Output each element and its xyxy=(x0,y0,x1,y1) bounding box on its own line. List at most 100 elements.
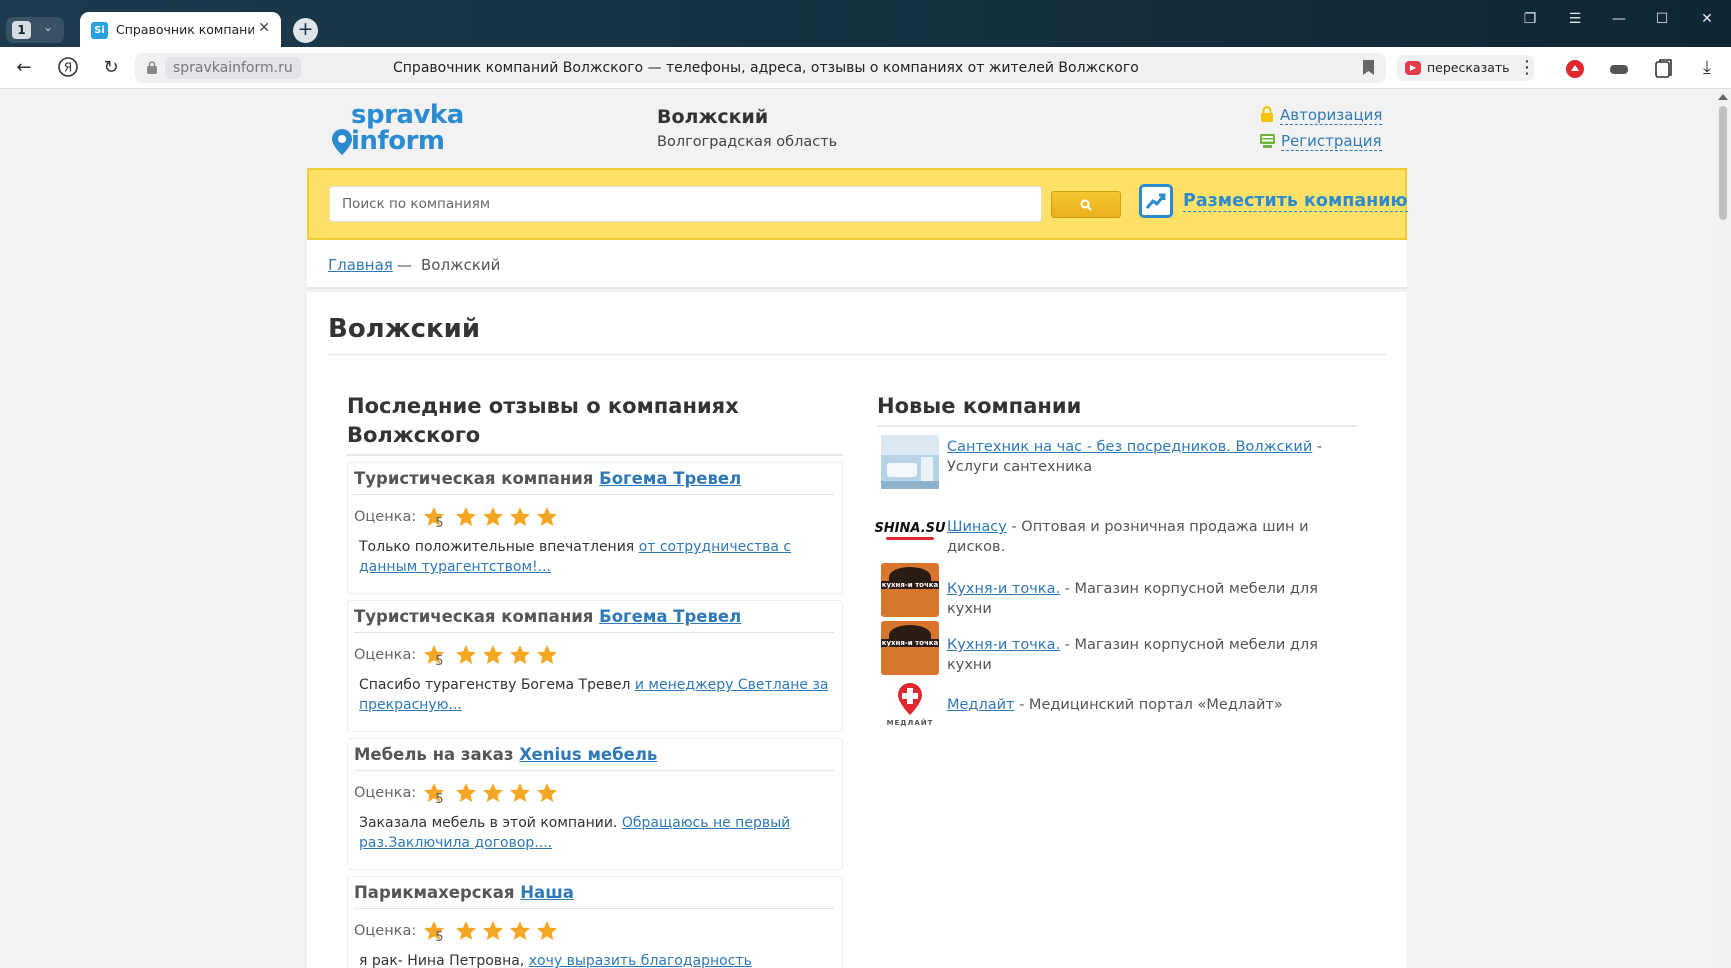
star-icon xyxy=(455,921,476,940)
company-photo-bathroom[interactable] xyxy=(881,435,939,489)
star-icon xyxy=(536,921,557,940)
tabs-collection-icon[interactable]: ❐ xyxy=(1517,8,1543,30)
logo-text: кухня-и точка xyxy=(881,581,939,589)
new-company-item: кухня-и точка Кухня-и точка. - Магазин к… xyxy=(877,621,1357,679)
scrollbar-thumb[interactable] xyxy=(1719,106,1727,220)
rating-stars: 5 xyxy=(422,781,561,807)
retell-button[interactable]: ▶ пересказать xyxy=(1397,55,1534,81)
browser-titlebar: 1 ⌄ Si Справочник компаний ✕ + ❐ ☰ — ☐ ✕ xyxy=(0,0,1731,48)
review-rating: Оценка: 5 xyxy=(354,505,834,531)
chart-growth-icon[interactable] xyxy=(1139,184,1173,218)
auth-row: Авторизация xyxy=(1260,106,1383,125)
search-input[interactable] xyxy=(329,186,1042,222)
reviews-list: Туристическая компания Богема Тревел Оце… xyxy=(347,462,843,968)
review-category: Туристическая компания xyxy=(354,469,594,488)
star-icon xyxy=(509,783,530,802)
search-button[interactable] xyxy=(1051,191,1121,218)
page-scrollbar[interactable] xyxy=(1715,90,1731,968)
company-link[interactable]: Шинасу xyxy=(947,519,1007,535)
lock-icon xyxy=(1261,106,1273,122)
reviews-section: Последние отзывы о компаниях Волжского Т… xyxy=(347,392,843,968)
review-company-link[interactable]: Богема Тревел xyxy=(599,607,741,626)
collections-icon[interactable] xyxy=(1652,58,1674,80)
auth-link[interactable]: Авторизация xyxy=(1280,106,1383,125)
review-snippet: Заказала мебель в этой компании. xyxy=(359,815,618,831)
review-heading: Туристическая компания Богема Тревел xyxy=(354,607,834,633)
back-icon[interactable]: ← xyxy=(12,56,36,80)
new-company-item: МЕДЛАЙТ Медлайт - Медицинский портал «Ме… xyxy=(877,679,1357,739)
rating-label: Оценка: xyxy=(354,785,417,801)
company-link[interactable]: Сантехник на час - без посредников. Волж… xyxy=(947,439,1312,455)
review-company-link[interactable]: Наша xyxy=(520,883,574,902)
star-icon xyxy=(482,645,503,664)
company-link[interactable]: Кухня-и точка. xyxy=(947,637,1060,653)
reload-icon[interactable]: ↻ xyxy=(99,56,123,80)
company-logo-kitchen[interactable]: кухня-и точка xyxy=(881,563,939,617)
minimize-icon[interactable]: — xyxy=(1606,8,1632,30)
review-company-link[interactable]: Xenius мебель xyxy=(519,745,657,764)
scroll-up-arrow-icon[interactable] xyxy=(1718,94,1728,100)
browser-tab[interactable]: Si Справочник компаний ✕ xyxy=(80,12,281,48)
new-company-text: Шинасу - Оптовая и розничная продажа шин… xyxy=(947,517,1357,557)
site-logo[interactable]: spravka inform xyxy=(331,100,464,156)
review-card: Мебель на заказ Xenius мебель Оценка: 5 З… xyxy=(347,738,843,870)
place-company-link[interactable]: Разместить компанию xyxy=(1183,191,1408,212)
logo-text: SHINA.SU xyxy=(874,520,946,536)
extension-gray-icon[interactable] xyxy=(1608,58,1630,80)
url-domain[interactable]: spravkainform.ru xyxy=(165,57,301,79)
rating-label: Оценка: xyxy=(354,923,417,939)
review-rating: Оценка: 5 xyxy=(354,919,834,945)
bookmark-icon[interactable] xyxy=(1363,60,1374,75)
yandex-icon[interactable]: Я xyxy=(56,56,80,80)
star-icon xyxy=(536,783,557,802)
tab-title: Справочник компаний xyxy=(116,22,254,37)
address-bar[interactable]: spravkainform.ru Справочник компаний Вол… xyxy=(135,53,1386,83)
tab-counter-button[interactable]: 1 ⌄ xyxy=(6,17,64,43)
map-pin-icon xyxy=(332,129,352,155)
review-text: я рак- Нина Петровна, хочу выразить благ… xyxy=(359,951,834,968)
review-heading: Парикмахерская Наша xyxy=(354,883,834,909)
review-text: Только положительные впечатления от сотр… xyxy=(359,537,834,577)
breadcrumb: Главная — Волжский xyxy=(307,240,1407,289)
new-tab-button[interactable]: + xyxy=(293,18,318,43)
title-divider xyxy=(328,354,1386,355)
company-link[interactable]: Медлайт xyxy=(947,697,1014,713)
search-icon xyxy=(1080,199,1092,211)
review-rating: Оценка: 5 xyxy=(354,643,834,669)
company-logo-medlight[interactable]: МЕДЛАЙТ xyxy=(881,679,939,733)
star-icon xyxy=(482,507,503,526)
star-icon xyxy=(455,507,476,526)
more-options-icon[interactable]: ⋮ xyxy=(1515,56,1539,80)
company-logo-shinasu[interactable]: SHINA.SU xyxy=(874,503,946,557)
review-card: Туристическая компания Богема Тревел Оце… xyxy=(347,600,843,732)
review-more-link[interactable]: хочу выразить благодарность xyxy=(529,953,752,968)
register-icon xyxy=(1260,134,1275,148)
rating-value: 5 xyxy=(435,654,444,669)
review-company-link[interactable]: Богема Тревел xyxy=(599,469,741,488)
company-description: - Медицинский портал «Медлайт» xyxy=(1014,697,1283,713)
download-icon[interactable]: ⤓ xyxy=(1695,56,1719,80)
menu-icon[interactable]: ☰ xyxy=(1562,8,1588,30)
page-title-in-address: Справочник компаний Волжского — телефоны… xyxy=(393,60,1139,76)
review-rating: Оценка: 5 xyxy=(354,781,834,807)
close-window-icon[interactable]: ✕ xyxy=(1694,8,1720,30)
company-logo-kitchen[interactable]: кухня-и точка xyxy=(881,621,939,675)
favicon-icon: Si xyxy=(91,22,108,39)
browser-navbar: ← Я ↻ spravkainform.ru Справочник компан… xyxy=(0,47,1731,89)
close-tab-icon[interactable]: ✕ xyxy=(258,20,270,36)
review-snippet: я рак- Нина Петровна, xyxy=(359,953,525,968)
maximize-icon[interactable]: ☐ xyxy=(1649,8,1675,30)
extension-red-icon[interactable] xyxy=(1564,58,1586,80)
company-link[interactable]: Кухня-и точка. xyxy=(947,581,1060,597)
register-link[interactable]: Регистрация xyxy=(1281,132,1382,151)
star-icon xyxy=(455,783,476,802)
rating-stars: 5 xyxy=(422,643,561,669)
rating-label: Оценка: xyxy=(354,647,417,663)
star-icon xyxy=(482,921,503,940)
breadcrumb-home[interactable]: Главная xyxy=(328,256,393,274)
tab-count: 1 xyxy=(12,21,31,39)
breadcrumb-current: Волжский xyxy=(421,256,501,274)
review-text: Спасибо турагенству Богема Тревел и мене… xyxy=(359,675,834,715)
medical-cross-icon xyxy=(898,683,922,715)
rating-value: 5 xyxy=(435,930,444,945)
